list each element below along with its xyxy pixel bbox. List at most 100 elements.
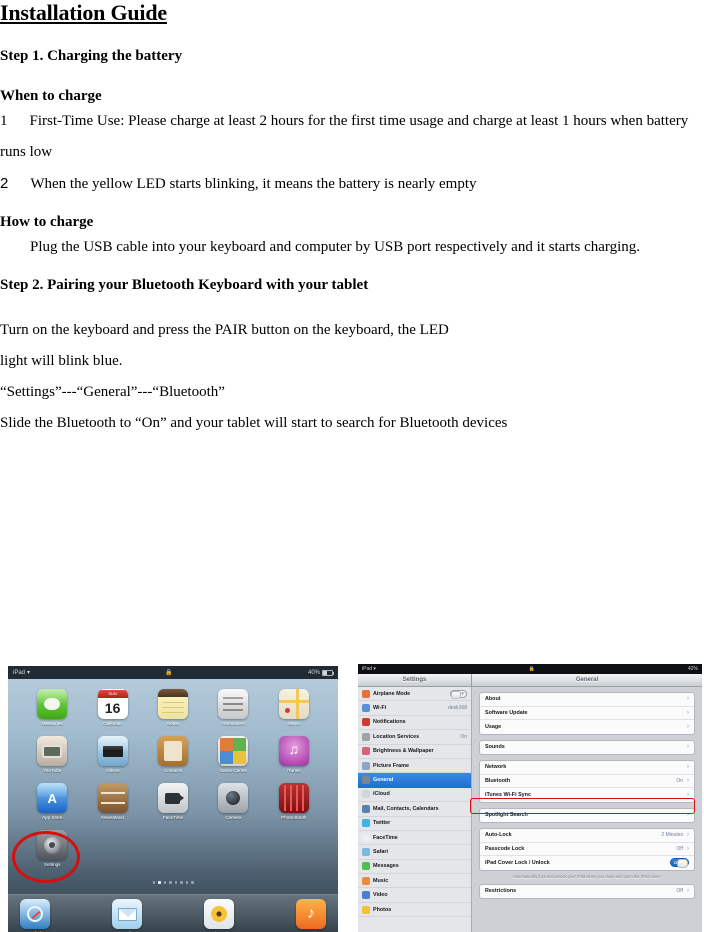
app-label: YouTube — [43, 768, 62, 773]
sidebar-item-photos[interactable]: Photos — [358, 903, 471, 918]
icloud-icon — [362, 790, 370, 799]
game-center-icon — [218, 736, 249, 766]
app-icon-camera[interactable]: Camera — [210, 783, 256, 820]
sidebar-item-label: FaceTime — [373, 834, 398, 841]
sidebar-item-messages[interactable]: Messages — [358, 860, 471, 875]
sidebar-item-airplane-mode[interactable]: Airplane Mode OFF — [358, 687, 471, 702]
app-label: Game Center — [219, 768, 248, 773]
facetime-icon — [362, 833, 370, 842]
reminders-icon — [218, 689, 249, 719]
sidebar-item-label: Airplane Mode — [373, 690, 411, 697]
settings-row-sounds[interactable]: Sounds › — [480, 741, 694, 755]
facetime-icon — [157, 783, 188, 813]
settings-group-lock: Auto-Lock 2 Minutes › Passcode Lock Off › … — [479, 828, 695, 871]
cover-lock-toggle[interactable]: ON — [670, 858, 689, 869]
settings-row-bluetooth[interactable]: Bluetooth On › — [480, 775, 694, 788]
location-icon — [362, 732, 370, 741]
app-icon-calendar[interactable]: SUN 16 Calendar — [90, 689, 136, 726]
sidebar-item-brightness-wallpaper[interactable]: Brightness & Wallpaper — [358, 745, 471, 759]
settings-row-usage[interactable]: Usage › — [480, 720, 694, 734]
row-label: Software Update — [485, 709, 528, 716]
general-gear-icon — [362, 776, 370, 785]
list-number-2: 2 — [0, 175, 9, 192]
wifi-icon: ▾ — [373, 666, 376, 672]
app-icon-newsstand[interactable]: Newsstand — [90, 783, 136, 820]
app-store-icon: A — [37, 783, 68, 813]
device-name: iPad — [13, 669, 26, 676]
when-to-charge-item-1: 1 First-Time Use: Please charge at least … — [0, 106, 704, 168]
chevron-right-icon: › — [687, 845, 689, 852]
youtube-icon — [37, 736, 68, 766]
app-icon-notes[interactable]: Notes — [150, 689, 196, 726]
app-icon-videos[interactable]: Videos — [90, 736, 136, 773]
row-label: Network — [485, 764, 507, 771]
dock-icon-safari[interactable]: Safari — [12, 899, 58, 932]
messages-icon — [37, 689, 68, 719]
app-icon-maps[interactable]: Maps — [271, 689, 317, 726]
sidebar-item-video[interactable]: Video — [358, 888, 471, 903]
settings-row-cover-lock-unlock[interactable]: iPad Cover Lock / Unlock ON — [480, 856, 694, 870]
nav-title-general: General — [472, 674, 702, 687]
home-dock: Safari Mail Photos ♪ Music — [8, 894, 338, 932]
app-icon-photo-booth[interactable]: Photo Booth — [271, 783, 317, 820]
app-icon-itunes[interactable]: ♫ iTunes — [271, 736, 317, 773]
dock-icon-mail[interactable]: Mail — [104, 899, 150, 932]
chevron-right-icon: › — [687, 764, 689, 771]
maps-icon — [278, 689, 309, 719]
row-label: Bluetooth — [485, 777, 511, 784]
app-icon-game-center[interactable]: Game Center — [210, 736, 256, 773]
row-label: Auto-Lock — [485, 832, 512, 839]
sidebar-item-music[interactable]: Music — [358, 874, 471, 889]
when-to-charge-heading: When to charge — [0, 88, 102, 104]
settings-row-restrictions[interactable]: Restrictions Off › — [480, 885, 694, 899]
chevron-right-icon: › — [687, 832, 689, 839]
sidebar-item-twitter[interactable]: Twitter — [358, 817, 471, 831]
sidebar-item-label: Wi-Fi — [373, 705, 387, 712]
app-icon-youtube[interactable]: YouTube — [29, 736, 75, 773]
sidebar-item-wifi[interactable]: Wi-Fi desk168 — [358, 701, 471, 716]
newsstand-icon — [97, 783, 128, 813]
screenshots-row: iPad ▾ 🔒 40% Messages SUN 16 Calendar No… — [0, 662, 704, 932]
wifi-icon: ▾ — [27, 670, 31, 676]
sidebar-item-picture-frame[interactable]: Picture Frame — [358, 759, 471, 774]
app-icon-app-store[interactable]: A App Store — [29, 783, 75, 820]
nav-title-settings: Settings — [358, 674, 472, 687]
sidebar-item-general[interactable]: General — [358, 773, 471, 788]
settings-row-auto-lock[interactable]: Auto-Lock 2 Minutes › — [480, 829, 694, 843]
how-to-charge-heading: How to charge — [0, 214, 94, 230]
sidebar-item-label: Messages — [373, 863, 399, 870]
chevron-right-icon: › — [687, 744, 689, 751]
dock-icon-music[interactable]: ♪ Music — [288, 899, 334, 932]
settings-row-software-update[interactable]: Software Update › — [480, 707, 694, 720]
settings-sidebar[interactable]: Airplane Mode OFF Wi-Fi desk168 Notifica… — [358, 687, 472, 932]
app-icon-contacts[interactable]: Contacts — [150, 736, 196, 773]
mail-icon — [362, 804, 370, 813]
sidebar-item-location-services[interactable]: Location Services On — [358, 730, 471, 745]
sidebar-item-icloud[interactable]: iCloud — [358, 788, 471, 803]
notifications-icon — [362, 718, 370, 727]
photos-icon — [204, 899, 234, 929]
sidebar-item-value: desk168 — [448, 705, 467, 712]
app-icon-facetime[interactable]: FaceTime — [150, 783, 196, 820]
dock-icon-photos[interactable]: Photos — [196, 899, 242, 932]
sidebar-item-notifications[interactable]: Notifications — [358, 716, 471, 731]
app-icon-reminders[interactable]: Reminders — [210, 689, 256, 726]
airplane-toggle[interactable]: OFF — [450, 689, 467, 699]
calendar-month: SUN — [97, 689, 128, 698]
itunes-icon: ♫ — [278, 736, 309, 766]
settings-row-network[interactable]: Network › — [480, 761, 694, 775]
sidebar-item-safari[interactable]: Safari — [358, 845, 471, 860]
status-left: iPad ▾ — [362, 666, 376, 672]
calendar-day: 16 — [104, 699, 121, 716]
sidebar-item-mail-contacts-calendars[interactable]: Mail, Contacts, Calendars — [358, 802, 471, 817]
bluetooth-row-annotation-box — [470, 798, 695, 814]
camera-icon — [218, 783, 249, 813]
app-icon-messages[interactable]: Messages — [29, 689, 75, 726]
sidebar-item-facetime[interactable]: FaceTime — [358, 831, 471, 846]
wifi-icon — [362, 704, 370, 713]
contacts-icon — [157, 736, 188, 766]
settings-row-about[interactable]: About › — [480, 693, 694, 707]
music-icon — [362, 876, 370, 885]
settings-row-passcode-lock[interactable]: Passcode Lock Off › — [480, 843, 694, 856]
mail-icon — [112, 899, 142, 929]
